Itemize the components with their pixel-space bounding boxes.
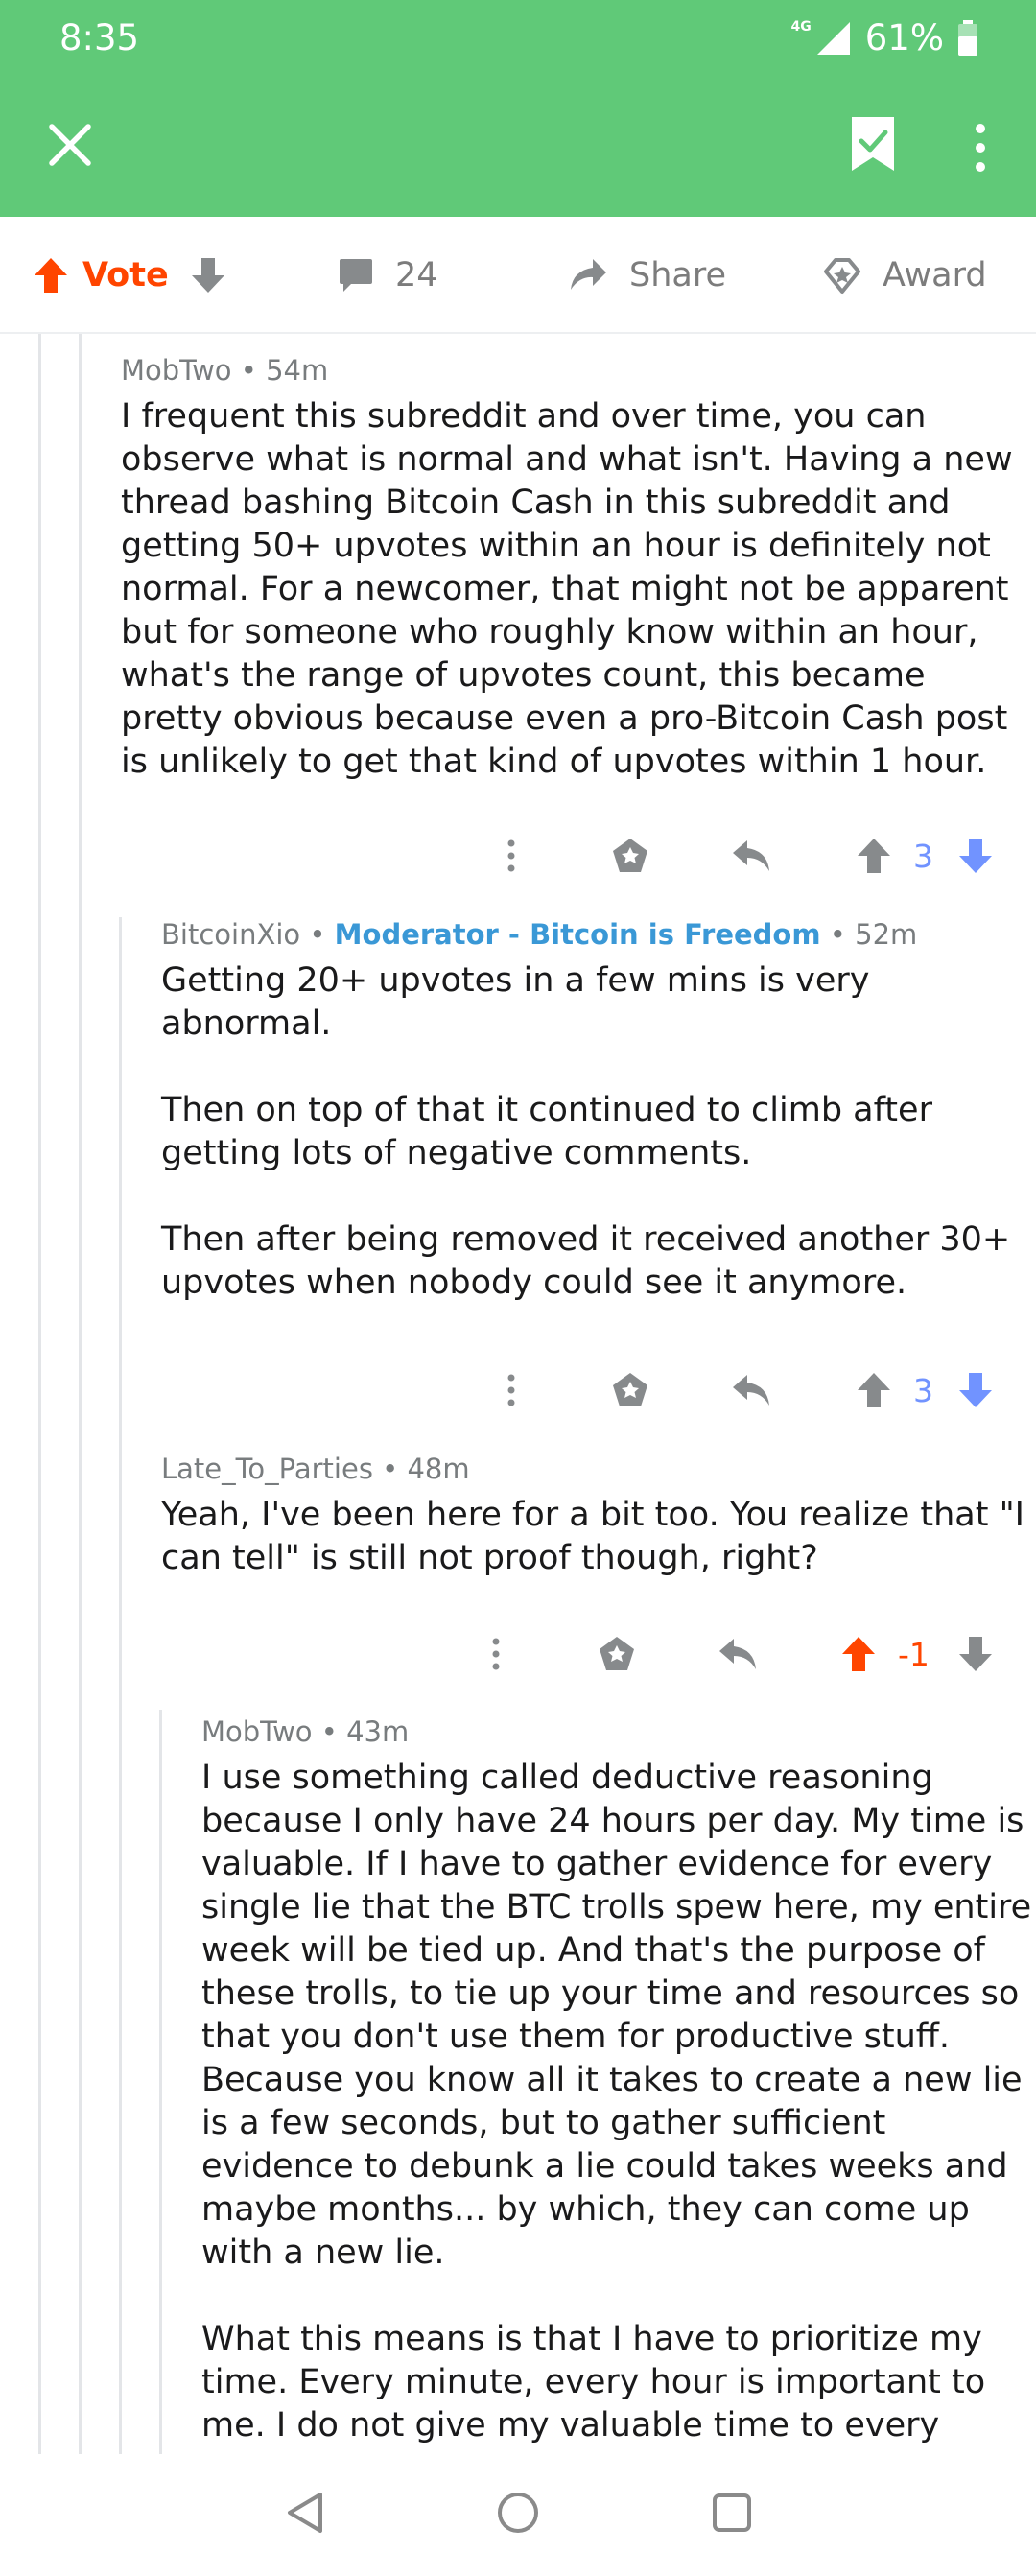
status-time: 8:35	[59, 17, 140, 59]
comment: MobTwo • 43m I use something called dedu…	[201, 1713, 1036, 2447]
comments-button[interactable]: 24	[338, 217, 438, 334]
downvote-icon[interactable]	[957, 1625, 994, 1683]
comment-score: 3	[913, 837, 933, 875]
bookmark-check-icon[interactable]	[850, 115, 896, 173]
comment-score: 3	[913, 1371, 933, 1409]
status-indicators: 4G 61%	[791, 17, 978, 59]
comment-actions: 3	[0, 827, 1036, 885]
comment-actions: 3	[0, 1361, 1036, 1419]
close-icon[interactable]	[48, 123, 92, 167]
comment-paragraph: Getting 20+ upvotes in a few mins is ver…	[161, 961, 870, 1043]
battery-percent: 61%	[864, 17, 944, 59]
comment-score: -1	[898, 1635, 930, 1673]
comment-paragraph: Then after being removed it received ano…	[161, 1220, 1011, 1302]
award-button[interactable]: Award	[823, 217, 987, 334]
comment-author[interactable]: BitcoinXio	[161, 918, 300, 951]
recents-square-icon[interactable]	[712, 2491, 752, 2535]
comment-author[interactable]: Late_To_Parties	[161, 1453, 373, 1485]
comment-author[interactable]: MobTwo	[121, 354, 232, 387]
comment-body: I use something called deductive reasoni…	[201, 1757, 1036, 2447]
comment-meta: MobTwo • 54m	[121, 354, 329, 387]
network-type: 4G	[790, 18, 812, 35]
comment-paragraph: Yeah, I've been here for a bit too. You …	[161, 1496, 1025, 1577]
more-vertical-icon[interactable]	[963, 119, 998, 177]
comment: BitcoinXio • Moderator - Bitcoin is Free…	[161, 915, 1036, 1305]
battery-icon	[958, 19, 977, 56]
comment-paragraph: I frequent this subreddit and over time,…	[121, 397, 1013, 781]
upvote-icon[interactable]	[856, 1361, 892, 1419]
more-options-icon[interactable]	[499, 827, 524, 885]
downvote-icon[interactable]	[957, 1361, 994, 1419]
comment-meta: Late_To_Parties • 48m	[161, 1453, 470, 1485]
vote-label: Vote	[82, 256, 169, 295]
thread-line	[159, 1710, 162, 2454]
share-label: Share	[629, 256, 727, 295]
reply-icon[interactable]	[718, 1625, 760, 1683]
more-options-icon[interactable]	[483, 1625, 508, 1683]
vote-control: Vote	[33, 217, 226, 334]
comment-thread: MobTwo • 54m I frequent this subreddit a…	[0, 334, 1036, 2454]
share-button[interactable]: Share	[568, 217, 726, 334]
comment-age: 48m	[407, 1453, 470, 1485]
upvote-icon[interactable]	[33, 256, 69, 295]
comment-age: 54m	[266, 354, 329, 387]
upvote-icon[interactable]	[856, 827, 892, 885]
more-options-icon[interactable]	[499, 1361, 524, 1419]
home-circle-icon[interactable]	[496, 2491, 540, 2535]
award-label: Award	[883, 256, 987, 295]
comment-body: Getting 20+ upvotes in a few mins is ver…	[161, 959, 1036, 1305]
comment-meta: MobTwo • 43m	[201, 1715, 410, 1748]
downvote-icon[interactable]	[957, 827, 994, 885]
back-triangle-icon[interactable]	[286, 2491, 324, 2535]
award-icon	[824, 258, 860, 294]
comment-body: Yeah, I've been here for a bit too. You …	[161, 1494, 1036, 1580]
signal-icon	[816, 21, 850, 55]
comment-bubble-icon	[340, 259, 372, 292]
comment-actions: -1	[0, 1625, 1036, 1683]
comment-paragraph: What this means is that I have to priori…	[201, 2320, 986, 2445]
comment-paragraph: I use something called deductive reasoni…	[201, 1759, 1032, 2272]
comment-paragraph: Then on top of that it continued to clim…	[161, 1091, 932, 1172]
user-flair: Moderator - Bitcoin is Freedom	[334, 918, 821, 951]
comment-age: 43m	[346, 1715, 410, 1748]
share-icon	[571, 259, 606, 290]
comment: MobTwo • 54m I frequent this subreddit a…	[121, 351, 1036, 784]
comment-body: I frequent this subreddit and over time,…	[121, 395, 1036, 784]
reply-icon[interactable]	[731, 827, 773, 885]
post-action-bar: Vote 24 Share Award	[0, 217, 1036, 334]
comments-count: 24	[395, 256, 438, 295]
comment-meta: BitcoinXio • Moderator - Bitcoin is Free…	[161, 918, 918, 951]
comment-age: 52m	[855, 918, 918, 951]
upvote-icon[interactable]	[840, 1625, 877, 1683]
app-header: 8:35 4G 61%	[0, 0, 1036, 217]
reply-icon[interactable]	[731, 1361, 773, 1419]
award-icon[interactable]	[610, 827, 650, 885]
award-icon[interactable]	[597, 1625, 637, 1683]
comment-author[interactable]: MobTwo	[201, 1715, 313, 1748]
comment: Late_To_Parties • 48m Yeah, I've been he…	[161, 1450, 1036, 1580]
downvote-icon[interactable]	[190, 256, 226, 295]
award-icon[interactable]	[610, 1361, 650, 1419]
system-nav-bar	[0, 2454, 1036, 2576]
thread-line	[119, 917, 122, 2454]
